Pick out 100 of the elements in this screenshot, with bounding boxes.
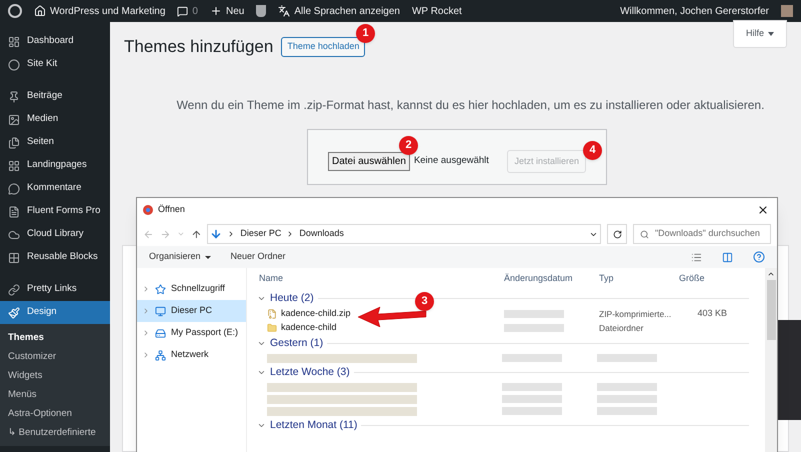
breadcrumb-item[interactable]: Dieser PC [240, 227, 282, 241]
breadcrumb-item[interactable]: Downloads [299, 227, 344, 241]
sidebar-item[interactable]: Landingpages [0, 154, 110, 177]
column-header[interactable]: Größe [677, 272, 727, 286]
upload-description: Wenn du ein Theme im .zip-Format hast, kannst du es hier hochladen, um es zu installieren oder aktualisieren. [176, 96, 766, 114]
sidebar-item[interactable]: Dashboard [0, 30, 110, 53]
expand-icon[interactable] [142, 351, 150, 359]
speech-bubble-icon [8, 182, 20, 194]
network-icon [155, 350, 166, 360]
languages-icon[interactable] [278, 5, 290, 17]
toolbar-button[interactable]: Organisieren [149, 250, 211, 264]
sidebar-item[interactable]: Medien [0, 108, 110, 131]
upload-theme-button[interactable]: Theme hochladen [281, 37, 366, 56]
blurred-cell [597, 407, 657, 415]
files-icon [8, 136, 20, 148]
image-icon [8, 114, 20, 126]
plus-icon[interactable] [210, 5, 222, 17]
submenu-item[interactable]: Menüs [0, 385, 110, 404]
collapse-icon[interactable] [257, 339, 266, 348]
sidebar-item[interactable]: Seiten [0, 131, 110, 154]
expand-icon[interactable] [142, 329, 150, 337]
submenu-item[interactable]: Themes [0, 328, 110, 347]
close-icon[interactable] [757, 204, 769, 216]
zip-file-icon [267, 309, 277, 319]
expand-icon[interactable] [142, 285, 150, 293]
column-header[interactable]: Typ [597, 272, 677, 286]
group-header[interactable]: Heute (2) [270, 290, 314, 306]
grid-icon [8, 160, 20, 172]
comment-icon[interactable] [177, 6, 188, 16]
site-link[interactable]: WordPress und Marketing [50, 4, 166, 18]
scroll-up-icon[interactable] [767, 270, 775, 278]
submenu-item[interactable]: Widgets [0, 366, 110, 385]
submenu-item[interactable]: Customizer [0, 347, 110, 366]
nav-item[interactable]: Schnellzugriff [137, 278, 246, 300]
sidebar-item[interactable]: Design [0, 301, 110, 324]
home-icon[interactable] [34, 5, 46, 17]
caret-icon [204, 256, 211, 258]
collapse-icon[interactable] [257, 294, 266, 303]
monitor-icon [155, 306, 166, 316]
nav-item[interactable]: My Passport (E:) [137, 322, 246, 344]
star-icon [155, 284, 166, 294]
up-icon[interactable] [190, 228, 202, 240]
group-header[interactable]: Letzten Monat (11) [270, 418, 358, 434]
step-marker: 1 [356, 24, 375, 43]
search-field[interactable]: "Downloads" durchsuchen [632, 224, 771, 244]
column-header[interactable]: Änderungsdatum [502, 272, 597, 286]
nav-item[interactable]: Netzwerk [137, 344, 246, 366]
brush-icon [8, 306, 20, 318]
sidebar-item[interactable]: Reusable Blocks [0, 246, 110, 269]
view-icon[interactable] [691, 252, 702, 262]
column-header[interactable]: Name [257, 272, 502, 286]
drive-icon [155, 328, 166, 338]
collapse-icon[interactable] [257, 368, 266, 377]
languages-link[interactable]: Alle Sprachen anzeigen [294, 4, 400, 18]
form-icon [8, 206, 20, 218]
expand-icon[interactable] [142, 307, 150, 315]
type-cell-text: Dateiordner [598, 322, 644, 334]
sidebar-item[interactable]: Kommentare [0, 177, 110, 200]
help-button[interactable]: Hilfe [732, 20, 787, 48]
link-icon [8, 284, 20, 296]
pin-icon [8, 90, 20, 102]
collapse-icon[interactable] [257, 421, 266, 430]
sidebar-item[interactable]: Cloud Library [0, 223, 110, 246]
new-link[interactable]: Neu [226, 4, 244, 18]
sidebar-item[interactable]: Site Kit [0, 53, 110, 76]
caret-icon [768, 32, 774, 36]
blurred-cell [597, 354, 657, 362]
wordpress-logo-icon[interactable] [8, 4, 22, 18]
sidebar-item[interactable]: Beiträge [0, 85, 110, 108]
pane-icon[interactable] [722, 252, 733, 262]
submenu-item[interactable]: Astra-Optionen [0, 404, 110, 423]
rocket-link[interactable]: WP Rocket [412, 4, 462, 18]
choose-file-button[interactable]: Datei auswählen [328, 152, 410, 171]
address-field[interactable]: Dieser PC Downloads [207, 224, 602, 244]
group-header[interactable]: Gestern (1) [270, 336, 324, 352]
sidebar-item[interactable]: Fluent Forms Pro [0, 200, 110, 223]
group-header[interactable]: Letzte Woche (3) [270, 364, 350, 380]
folder-icon [267, 323, 277, 333]
nav-item[interactable]: Dieser PC [137, 300, 246, 322]
refresh-button[interactable] [607, 224, 627, 244]
file-name: kadence-child.zip [281, 307, 351, 320]
refresh-icon [612, 230, 622, 238]
blurred-cell [597, 383, 657, 391]
comment-count[interactable]: 0 [192, 4, 198, 18]
toolbar-button[interactable]: Neuer Ordner [230, 250, 286, 264]
submenu-item[interactable]: ↳ Benutzerdefinierte [0, 423, 110, 442]
shield-icon[interactable] [256, 5, 266, 17]
file-name: kadence-child [281, 321, 337, 334]
circle-icon [8, 58, 20, 70]
size-cell-text: 403 KB [696, 307, 727, 320]
blurred-cell [502, 383, 562, 391]
scrollbar[interactable] [765, 268, 777, 452]
download-icon [210, 228, 222, 240]
dashboard-icon [8, 36, 20, 48]
greeting-link[interactable]: Willkommen, Jochen Gererstorfer [620, 4, 769, 18]
file-row[interactable]: kadence-child Dateiordner [257, 321, 763, 335]
sidebar-item[interactable]: Pretty Links [0, 278, 110, 301]
blurred-cell [502, 395, 562, 403]
help-icon[interactable] [753, 251, 765, 263]
scroll-thumb[interactable] [766, 280, 776, 340]
